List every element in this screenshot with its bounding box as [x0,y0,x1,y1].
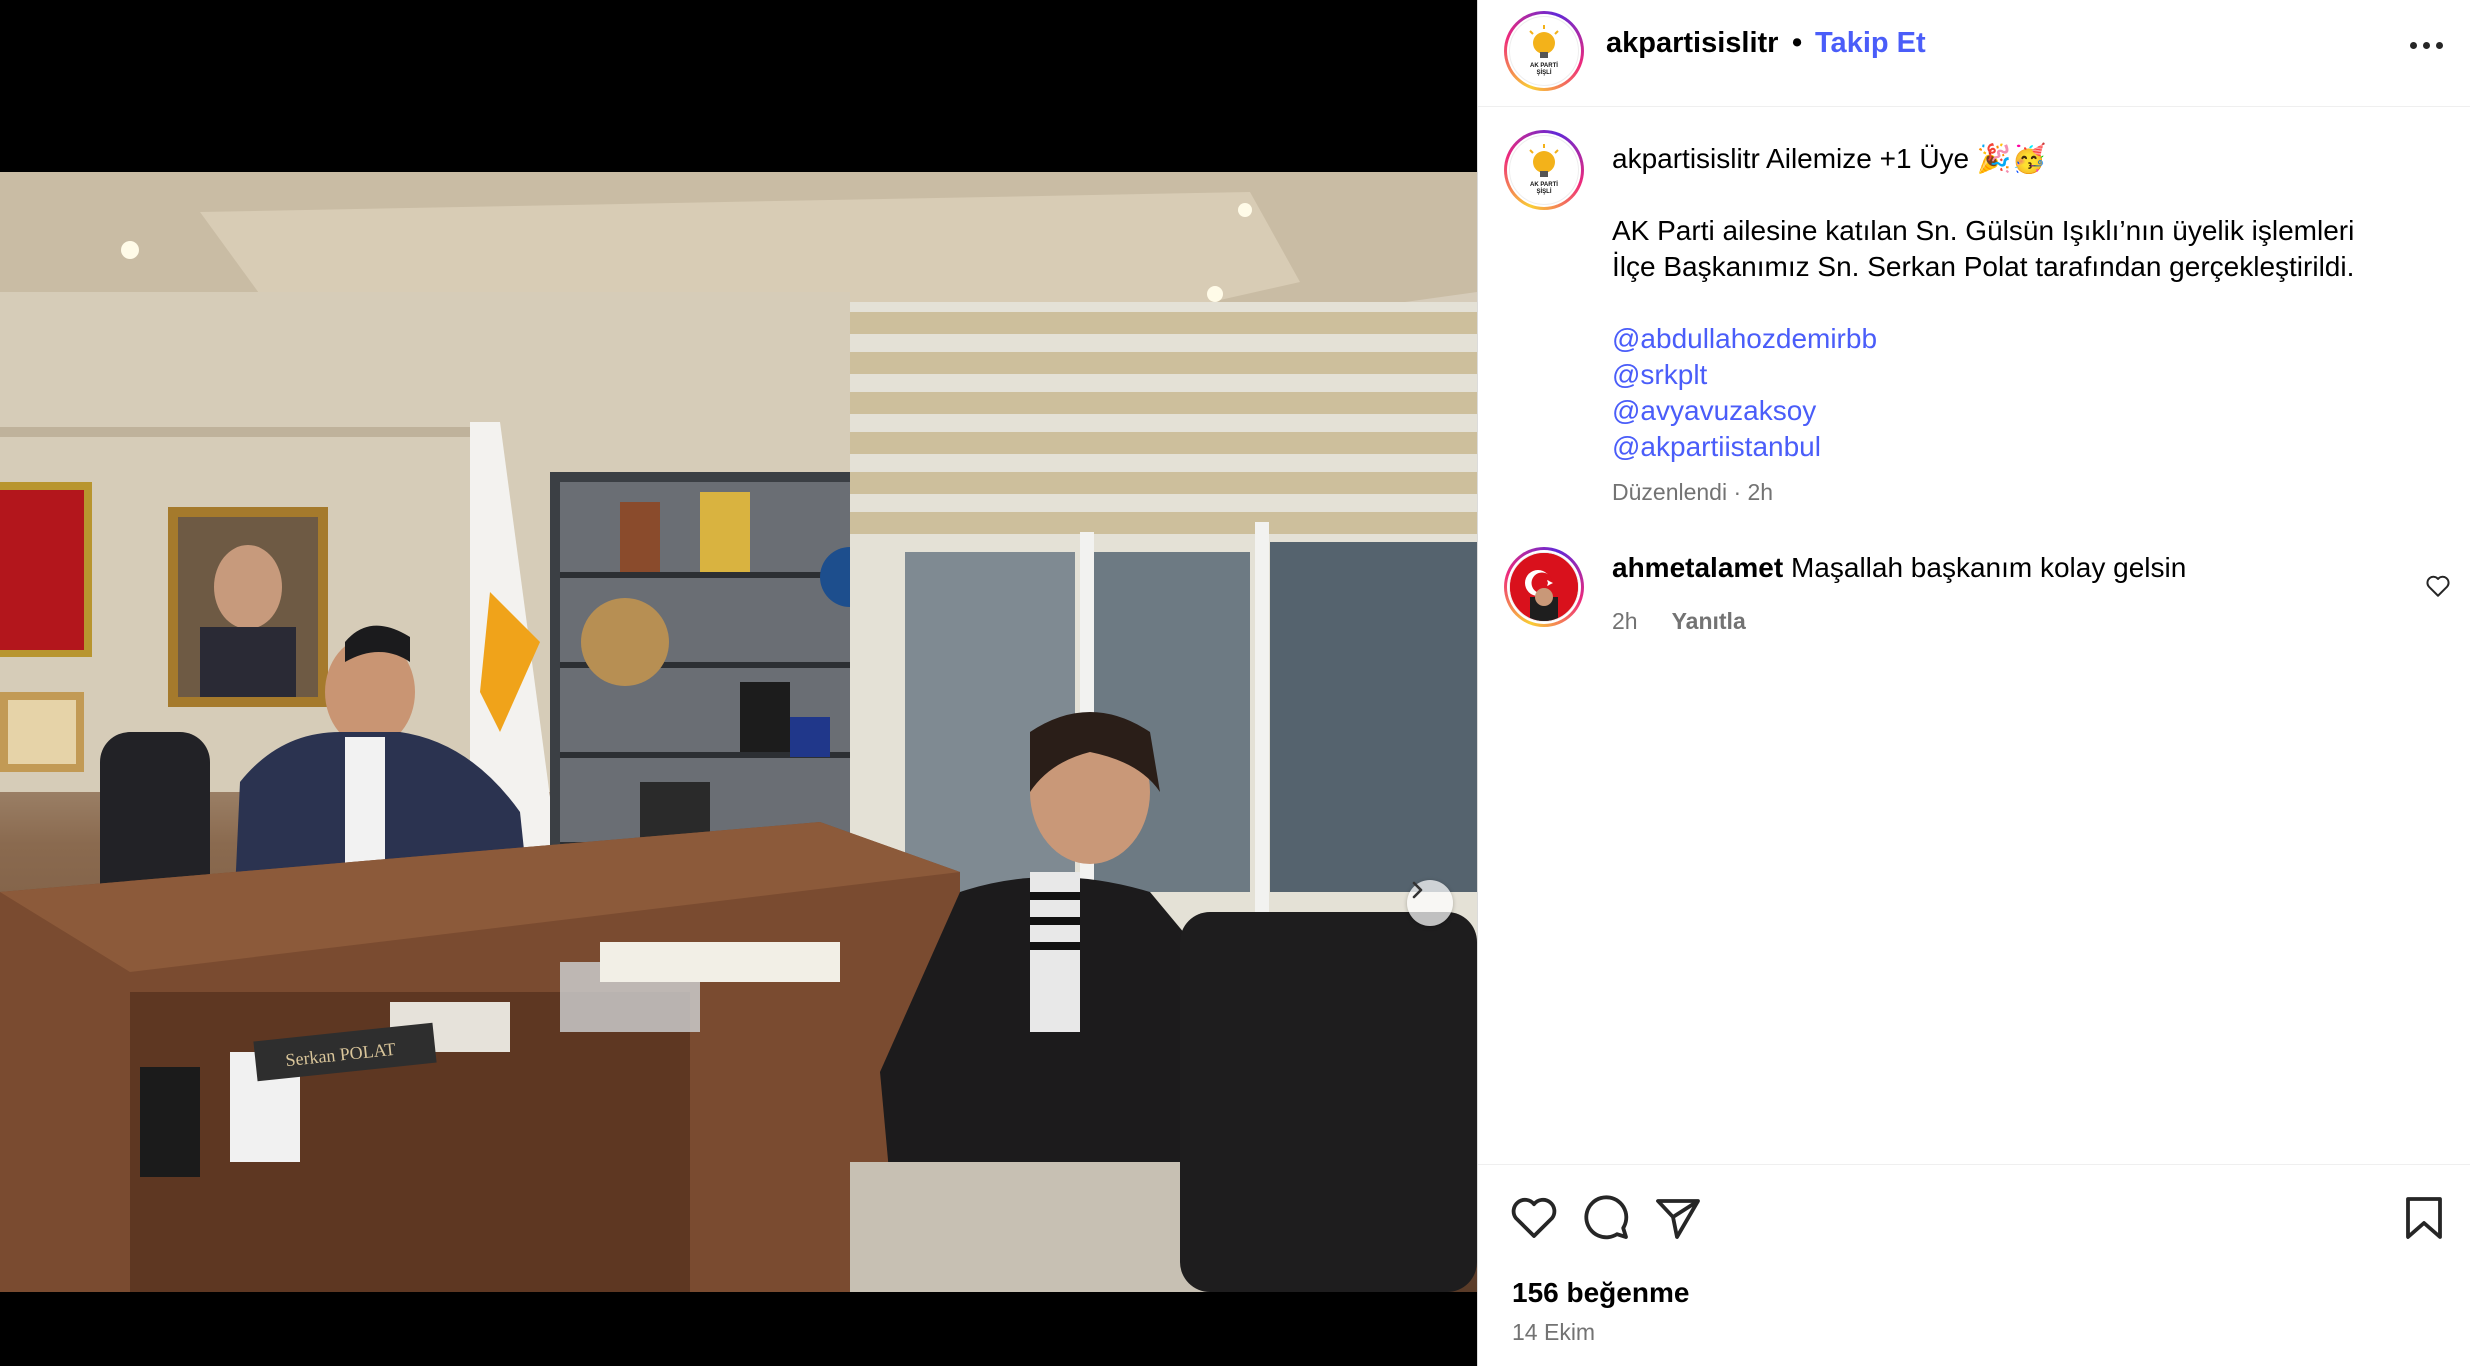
caption-body-line-2: İlçe Başkanımız Sn. Serkan Polat tarafın… [1612,251,2355,282]
caption-author-avatar[interactable]: AK PARTİ ŞİŞLİ [1504,130,1584,210]
ak-parti-logo-icon: AK PARTİ ŞİŞLİ [1529,25,1559,76]
header-separator: • [1792,27,1803,59]
bookmark-icon [2406,1197,2442,1239]
mention-link[interactable]: @abdullahozdemirbb [1612,321,2432,357]
post-side-panel: AK PARTİ ŞİŞLİ akpartisislitr • Takip Et [1477,0,2470,1366]
ak-parti-logo-icon: AK PARTİ ŞİŞLİ [1529,144,1559,195]
comment-like-button[interactable] [2425,574,2451,603]
mention-link[interactable]: @akpartiistanbul [1612,429,2432,465]
caption-body-line-1: AK Parti ailesine katılan Sn. Gülsün Işı… [1612,215,2355,246]
next-media-button[interactable] [1407,880,1453,926]
save-button[interactable] [2404,1195,2444,1246]
caption-mentions: @abdullahozdemirbb @srkplt @avyavuzaksoy… [1612,321,2432,465]
caption-text: akpartisislitr Ailemize +1 Üye 🎉🥳 AK Par… [1612,141,2432,465]
like-button[interactable] [1510,1195,1558,1244]
reply-button[interactable]: Yanıtla [1672,608,1746,635]
svg-text:ŞİŞLİ: ŞİŞLİ [1536,69,1551,76]
author-avatar[interactable]: AK PARTİ ŞİŞLİ [1504,11,1584,91]
svg-text:ŞİŞLİ: ŞİŞLİ [1536,188,1551,195]
share-button[interactable] [1654,1195,1702,1246]
office-scene-illustration: Serkan POLAT [0,172,1477,1292]
post-header: AK PARTİ ŞİŞLİ akpartisislitr • Takip Et [1478,0,2470,107]
more-dots-icon [2409,41,2417,49]
heart-icon [1511,1197,1557,1238]
instagram-post-dialog: Serkan POLAT AK PARTİ ŞİŞLİ akpartisisli… [0,0,2470,1366]
chevron-right-icon [1412,881,1423,899]
comment-username[interactable]: ahmetalamet [1612,552,1783,583]
comment-time: 2h [1612,608,1638,634]
mention-link[interactable]: @avyavuzaksoy [1612,393,2432,429]
author-username[interactable]: akpartisislitr [1606,27,1778,60]
caption-username[interactable]: akpartisislitr [1612,143,1760,174]
comment-body: ahmetalamet Maşallah başkanım kolay gels… [1612,550,2372,586]
svg-text:AK PARTİ: AK PARTİ [1530,62,1558,69]
turkish-flag-icon [1510,553,1578,621]
comment-button[interactable] [1582,1193,1630,1246]
comment-text: Maşallah başkanım kolay gelsin [1790,552,2187,583]
svg-text:AK PARTİ: AK PARTİ [1530,181,1558,188]
mention-link[interactable]: @srkplt [1612,357,2432,393]
post-media: Serkan POLAT [0,0,1477,1366]
heart-icon [2426,575,2450,597]
post-date: 14 Ekim [1512,1319,1596,1345]
caption-edited-time: Düzenlendi · 2h [1612,479,1774,505]
comment-icon [1584,1195,1629,1240]
commenter-avatar[interactable] [1504,547,1584,627]
follow-button[interactable]: Takip Et [1815,27,1926,60]
more-options-button[interactable] [2406,38,2446,52]
send-icon [1656,1199,1700,1239]
post-photo[interactable]: Serkan POLAT [0,172,1477,1292]
comment-meta: 2h Yanıtla [1612,608,1746,635]
caption-headline: Ailemize +1 Üye 🎉🥳 [1766,143,2047,174]
likes-count[interactable]: 156 beğenme [1512,1277,1689,1309]
post-actions: 156 beğenme 14 Ekim [1478,1164,2470,1366]
